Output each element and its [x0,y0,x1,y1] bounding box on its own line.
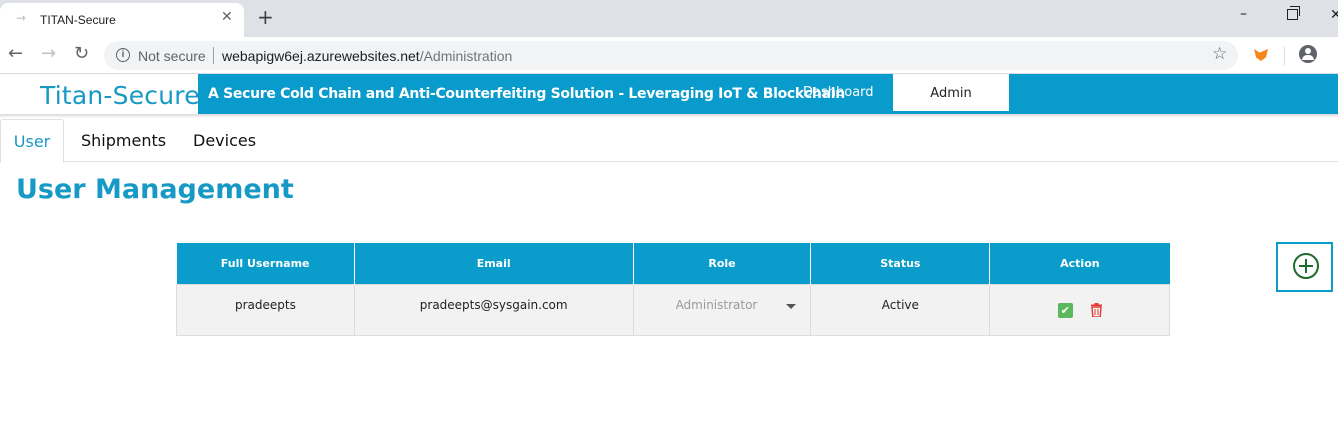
new-tab-button[interactable]: + [257,5,274,29]
reload-icon[interactable]: ↻ [74,43,89,64]
column-header-status: Status [810,243,991,284]
add-user-button[interactable] [1276,242,1333,292]
nav-dashboard[interactable]: Dashboard [803,85,874,100]
tab-favicon-icon: ⇾ [16,11,27,25]
close-window-button[interactable]: ✕ [1330,7,1338,23]
role-select-value: Administrator [675,297,758,312]
table-row: pradeepts pradeepts@sysgain.com Administ… [176,283,1170,336]
minimize-window-button[interactable]: – [1240,6,1247,22]
chevron-down-icon [786,303,797,309]
url-separator [213,47,214,64]
address-bar[interactable]: i Not secure webapigw6ej.azurewebsites.n… [104,41,1238,70]
check-icon[interactable]: ✔ [1057,302,1073,318]
cell-action: ✔ [989,283,1170,336]
header-tagline: A Secure Cold Chain and Anti-Counterfeit… [208,86,845,102]
action-buttons: ✔ [990,298,1169,318]
cell-status: Active [810,283,991,336]
header-shadow [0,114,1338,118]
metamask-extension-icon[interactable] [1254,49,1268,61]
profile-avatar-icon[interactable] [1299,45,1317,63]
info-icon[interactable]: i [116,48,130,62]
users-table: Full Username Email Role Status Action p… [176,243,1170,336]
tab-shipments[interactable]: Shipments [81,119,166,162]
url-host: webapigw6ej.azurewebsites.net [222,48,420,64]
table-header-row: Full Username Email Role Status Action [176,243,1170,284]
nav-admin[interactable]: Admin [893,74,1009,114]
security-label[interactable]: Not secure [138,48,206,64]
url-text[interactable]: webapigw6ej.azurewebsites.net/Administra… [222,48,512,64]
role-select[interactable]: Administrator [634,298,811,320]
add-circle-icon [1293,253,1319,279]
toolbar-divider [1284,47,1285,65]
app-header: Titan-Secure A Secure Cold Chain and Ant… [0,74,1338,114]
brand-logo[interactable]: Titan-Secure [40,81,200,110]
tab-user[interactable]: User [0,119,64,163]
cell-email: pradeepts@sysgain.com [353,283,634,336]
header-band: A Secure Cold Chain and Anti-Counterfeit… [198,74,1338,114]
admin-subtabs: User Shipments Devices [0,119,1338,163]
browser-toolbar: ← → ↻ i Not secure webapigw6ej.azurewebs… [0,37,1338,74]
page-title: User Management [16,174,294,205]
tab-close-icon[interactable]: ✕ [221,9,233,25]
cell-role: Administrator [632,283,812,336]
trash-icon[interactable] [1090,303,1102,317]
cell-full-username: pradeepts [176,283,355,336]
back-arrow-icon[interactable]: ← [8,43,23,64]
browser-tab-strip: ⇾ TITAN-Secure ✕ + – ✕ [0,0,1338,37]
browser-tab[interactable]: ⇾ TITAN-Secure ✕ [0,3,244,37]
tab-title: TITAN-Secure [40,13,116,27]
column-header-role: Role [633,243,812,284]
column-header-email: Email [354,243,634,284]
column-header-action: Action [989,243,1170,284]
column-header-full-username: Full Username [176,243,355,284]
url-path: /Administration [419,48,513,64]
bookmark-star-icon[interactable]: ☆ [1212,44,1227,64]
restore-window-button[interactable] [1287,6,1300,20]
tab-devices[interactable]: Devices [193,119,256,162]
forward-arrow-icon[interactable]: → [41,43,56,64]
